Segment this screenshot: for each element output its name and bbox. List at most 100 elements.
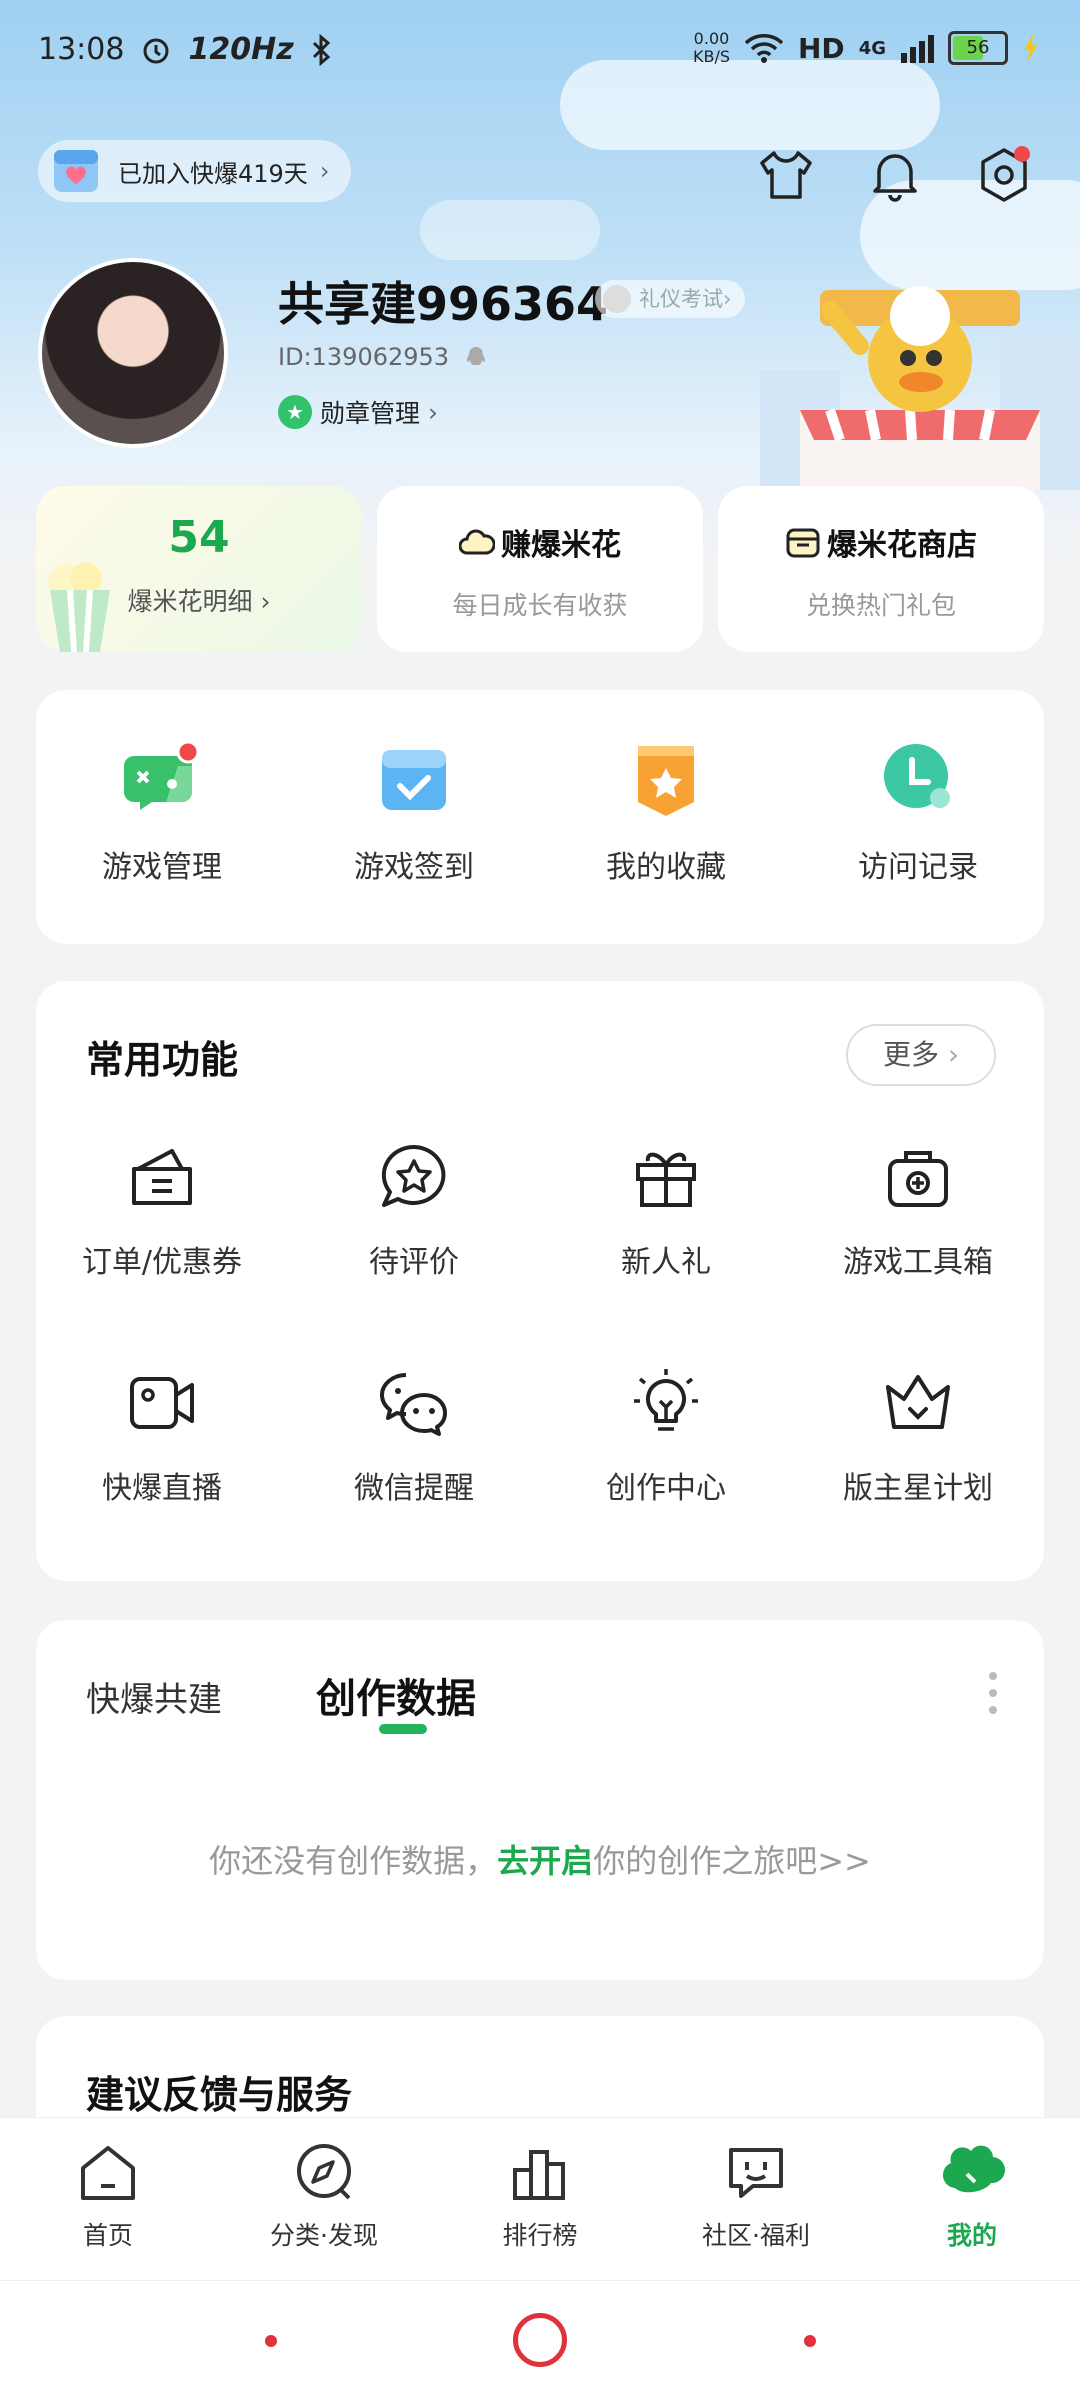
alarm-icon bbox=[143, 38, 169, 63]
creator-center-label: 创作中心 bbox=[606, 1471, 726, 1506]
creator-data-card: 快爆共建 创作数据 你还没有创作数据，去开启你的创作之旅吧>> bbox=[36, 1620, 1044, 1980]
pencil-icon bbox=[603, 285, 631, 313]
bulb-icon bbox=[634, 1369, 698, 1431]
newcomer-gift-button[interactable]: 新人礼 bbox=[540, 1139, 792, 1281]
game-toolbox-label: 游戏工具箱 bbox=[843, 1245, 993, 1280]
game-checkin-button[interactable]: 游戏签到 bbox=[288, 738, 540, 886]
favorite-icon bbox=[638, 746, 694, 816]
nav-recents-button[interactable] bbox=[804, 2335, 816, 2347]
more-label: 更多 bbox=[882, 1038, 939, 1071]
medal-chevron: › bbox=[428, 397, 439, 427]
joined-days-pill[interactable]: 已加入快爆419天 › bbox=[38, 140, 352, 202]
history-icon bbox=[884, 744, 950, 808]
username: 共享建996364 bbox=[278, 277, 609, 331]
newcomer-gift-label: 新人礼 bbox=[621, 1245, 711, 1280]
popcorn-mascot-illustration bbox=[760, 286, 1080, 490]
tab-mine-label: 我的 bbox=[946, 2221, 997, 2250]
pending-review-button[interactable]: 待评价 bbox=[288, 1139, 540, 1281]
earn-popcorn-subtitle: 每日成长有收获 bbox=[452, 591, 628, 620]
tab-home-label: 首页 bbox=[82, 2221, 133, 2250]
checkin-icon bbox=[382, 750, 446, 810]
visit-history-label: 访问记录 bbox=[858, 850, 978, 885]
tab-community-label: 社区·福利 bbox=[702, 2221, 810, 2250]
signal-icon bbox=[901, 35, 934, 63]
tab-mine[interactable]: 我的 bbox=[864, 2140, 1080, 2252]
tab-cobuild[interactable]: 快爆共建 bbox=[86, 1672, 222, 1721]
visit-history-button[interactable]: 访问记录 bbox=[792, 738, 1044, 886]
wallet-icon bbox=[132, 1149, 192, 1205]
settings-icon[interactable] bbox=[974, 145, 1034, 205]
quick-actions-card: 游戏管理 游戏签到 我的收藏 访问记录 bbox=[36, 690, 1044, 944]
charging-icon bbox=[1024, 34, 1038, 62]
status-bar: 13:08 120Hz 0.00 KB/S HD 4G 56 bbox=[0, 0, 1080, 110]
tab-discover[interactable]: 分类·发现 bbox=[216, 2140, 432, 2252]
game-toolbox-button[interactable]: 游戏工具箱 bbox=[792, 1139, 1044, 1281]
game-management-label: 游戏管理 bbox=[102, 850, 222, 885]
calendar-heart-icon bbox=[54, 150, 98, 192]
user-id-text: ID:139062953 bbox=[278, 343, 450, 371]
avatar[interactable] bbox=[38, 258, 228, 448]
notification-bell-icon[interactable] bbox=[865, 145, 925, 205]
my-favorites-label: 我的收藏 bbox=[606, 850, 726, 885]
popcorn-detail-card[interactable]: 54 爆米花明细 › bbox=[36, 486, 362, 652]
more-button[interactable]: 更多 › bbox=[846, 1024, 996, 1086]
game-checkin-label: 游戏签到 bbox=[354, 850, 474, 885]
tab-ranking-label: 排行榜 bbox=[502, 2221, 578, 2250]
network-type: 4G bbox=[858, 37, 886, 59]
tab-community[interactable]: 社区·福利 bbox=[648, 2140, 864, 2252]
active-tab-indicator bbox=[379, 1724, 427, 1734]
ranking-icon bbox=[513, 2150, 565, 2200]
bottom-tab-bar: 首页 分类·发现 排行榜 社区·福利 我的 bbox=[0, 2117, 1080, 2280]
tab-creator-data[interactable]: 创作数据 bbox=[316, 1666, 476, 1724]
my-favorites-button[interactable]: 我的收藏 bbox=[540, 738, 792, 886]
wechat-icon bbox=[380, 1373, 447, 1436]
common-functions-title: 常用功能 bbox=[86, 1038, 239, 1082]
shop-icon bbox=[786, 528, 820, 558]
earn-popcorn-title: 赚爆米花 bbox=[501, 528, 621, 563]
gift-icon bbox=[636, 1152, 696, 1207]
user-id: ID:139062953 bbox=[278, 343, 487, 371]
tab-home[interactable]: 首页 bbox=[0, 2140, 216, 2252]
medal-management-link[interactable]: ★ 勋章管理 › bbox=[278, 394, 438, 430]
wifi-icon bbox=[744, 34, 784, 63]
empty-message-suffix: 你的创作之旅吧>> bbox=[593, 1842, 871, 1880]
more-chevron: › bbox=[947, 1038, 960, 1071]
moderator-star-plan-button[interactable]: 版主星计划 bbox=[792, 1365, 1044, 1507]
live-icon bbox=[130, 1377, 194, 1429]
net-speed-value: 0.00 bbox=[693, 29, 730, 48]
status-time: 13:08 bbox=[38, 32, 125, 67]
moderator-star-plan-label: 版主星计划 bbox=[843, 1471, 993, 1506]
joined-days-text: 已加入快爆419天 bbox=[118, 159, 308, 188]
tab-ranking[interactable]: 排行榜 bbox=[432, 2140, 648, 2252]
wechat-reminder-button[interactable]: 微信提醒 bbox=[288, 1365, 540, 1507]
orders-coupons-button[interactable]: 订单/优惠券 bbox=[36, 1139, 288, 1281]
bluetooth-icon bbox=[312, 33, 330, 66]
outfit-icon[interactable] bbox=[756, 145, 816, 205]
game-management-button[interactable]: 游戏管理 bbox=[36, 738, 288, 886]
home-icon bbox=[81, 2146, 135, 2200]
feedback-service-title: 建议反馈与服务 bbox=[86, 2073, 353, 2117]
medal-management-label: 勋章管理 bbox=[320, 399, 421, 428]
refresh-rate: 120Hz bbox=[188, 32, 294, 67]
battery-indicator: 56 bbox=[948, 31, 1008, 65]
qq-icon bbox=[466, 347, 485, 365]
earn-popcorn-card[interactable]: 赚爆米花 每日成长有收获 bbox=[377, 486, 703, 652]
net-speed: 0.00 KB/S bbox=[693, 30, 730, 66]
live-stream-button[interactable]: 快爆直播 bbox=[36, 1365, 288, 1507]
popcorn-shop-card[interactable]: 爆米花商店 兑换热门礼包 bbox=[718, 486, 1044, 652]
nav-home-button[interactable] bbox=[513, 2313, 567, 2367]
compass-icon bbox=[297, 2144, 351, 2200]
common-functions-card: 常用功能 更多 › 订单/优惠券 待评价 新人礼 游戏工具箱 快爆直播 微信提醒… bbox=[36, 981, 1044, 1581]
popcorn-cloud-icon bbox=[459, 529, 495, 555]
nav-back-button[interactable] bbox=[265, 2335, 277, 2347]
mine-icon bbox=[942, 2145, 1006, 2193]
live-stream-label: 快爆直播 bbox=[102, 1471, 222, 1506]
start-creating-link[interactable]: 去开启 bbox=[497, 1842, 593, 1880]
star-badge-icon: ★ bbox=[278, 395, 312, 429]
more-options-icon[interactable] bbox=[988, 1670, 998, 1716]
creator-center-button[interactable]: 创作中心 bbox=[540, 1365, 792, 1507]
toolbox-icon bbox=[888, 1151, 948, 1207]
etiquette-exam-label: 礼仪考试› bbox=[639, 287, 732, 311]
review-icon bbox=[381, 1144, 446, 1207]
etiquette-exam-badge[interactable]: 礼仪考试› bbox=[595, 280, 746, 318]
